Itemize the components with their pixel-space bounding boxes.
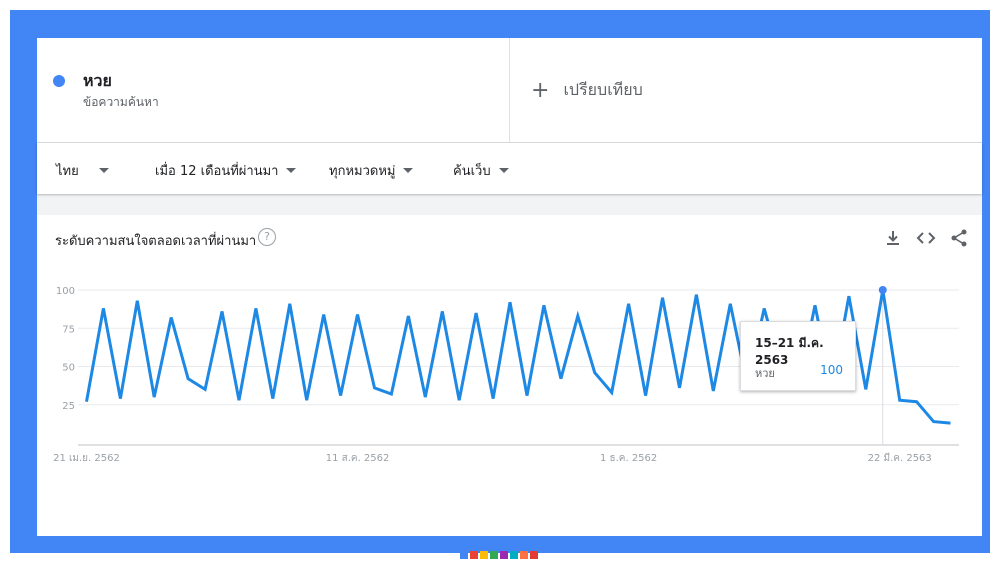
x-tick-label: 21 เม.ย. 2562 xyxy=(53,453,120,464)
filter-category-label: ทุกหมวดหมู่ xyxy=(329,164,396,179)
y-tick-label: 100 xyxy=(56,286,75,297)
strip-swatch xyxy=(510,551,518,559)
search-term-card: หวย ข้อความค้นหา + เปรียบเทียบ xyxy=(37,38,982,143)
y-tick-label: 75 xyxy=(62,324,75,335)
strip-swatch xyxy=(490,551,498,559)
filter-bar: ไทย เมื่อ 12 เดือนที่ผ่านมา ทุกหมวดหมู่ … xyxy=(37,143,982,194)
term-name[interactable]: หวย xyxy=(83,69,112,94)
browser-frame: หวย ข้อความค้นหา + เปรียบเทียบ ไทย เมื่อ… xyxy=(10,10,990,553)
plus-icon: + xyxy=(531,77,550,103)
x-tick-label: 22 มี.ค. 2563 xyxy=(868,452,932,464)
strip-swatch xyxy=(520,551,528,559)
strip-swatch xyxy=(530,551,538,559)
compare-button[interactable]: + เปรียบเทียบ xyxy=(531,78,643,103)
compare-label: เปรียบเทียบ xyxy=(563,80,643,99)
filter-search-type[interactable]: ค้นเว็บ xyxy=(453,160,509,181)
chevron-down-icon xyxy=(403,168,414,173)
term-color-dot xyxy=(53,75,65,87)
chevron-down-icon xyxy=(498,168,509,173)
chevron-down-icon xyxy=(286,168,297,173)
term-type: ข้อความค้นหา xyxy=(83,95,159,109)
interest-over-time-card: ระดับความสนใจตลอดเวลาที่ผ่านมา ? 25 50 75 1… xyxy=(37,215,982,536)
strip-swatch xyxy=(480,551,488,559)
filter-time[interactable]: เมื่อ 12 เดือนที่ผ่านมา xyxy=(155,160,297,181)
strip-swatch xyxy=(470,551,478,559)
strip-swatch xyxy=(500,551,508,559)
x-tick-label: 11 ส.ค. 2562 xyxy=(326,453,390,464)
chevron-down-icon xyxy=(98,168,109,173)
tooltip-value: 100 xyxy=(820,363,843,377)
y-tick-label: 50 xyxy=(62,363,75,374)
color-strip xyxy=(460,551,538,559)
filter-search-type-label: ค้นเว็บ xyxy=(453,164,491,179)
filter-region[interactable]: ไทย xyxy=(56,160,109,181)
filter-time-label: เมื่อ 12 เดือนที่ผ่านมา xyxy=(155,164,279,179)
tooltip-term: หวย xyxy=(755,367,775,380)
highlight-point xyxy=(878,286,887,294)
chart-tooltip: 15–21 มี.ค. 2563 หวย 100 xyxy=(740,321,856,391)
search-term-box[interactable]: หวย ข้อความค้นหา xyxy=(37,38,510,142)
x-tick-label: 1 ธ.ค. 2562 xyxy=(600,453,657,464)
trends-page: หวย ข้อความค้นหา + เปรียบเทียบ ไทย เมื่อ… xyxy=(37,38,982,536)
strip-swatch xyxy=(460,551,468,559)
filter-category[interactable]: ทุกหมวดหมู่ xyxy=(329,160,414,181)
filter-region-label: ไทย xyxy=(56,164,79,179)
y-tick-label: 25 xyxy=(62,401,75,412)
